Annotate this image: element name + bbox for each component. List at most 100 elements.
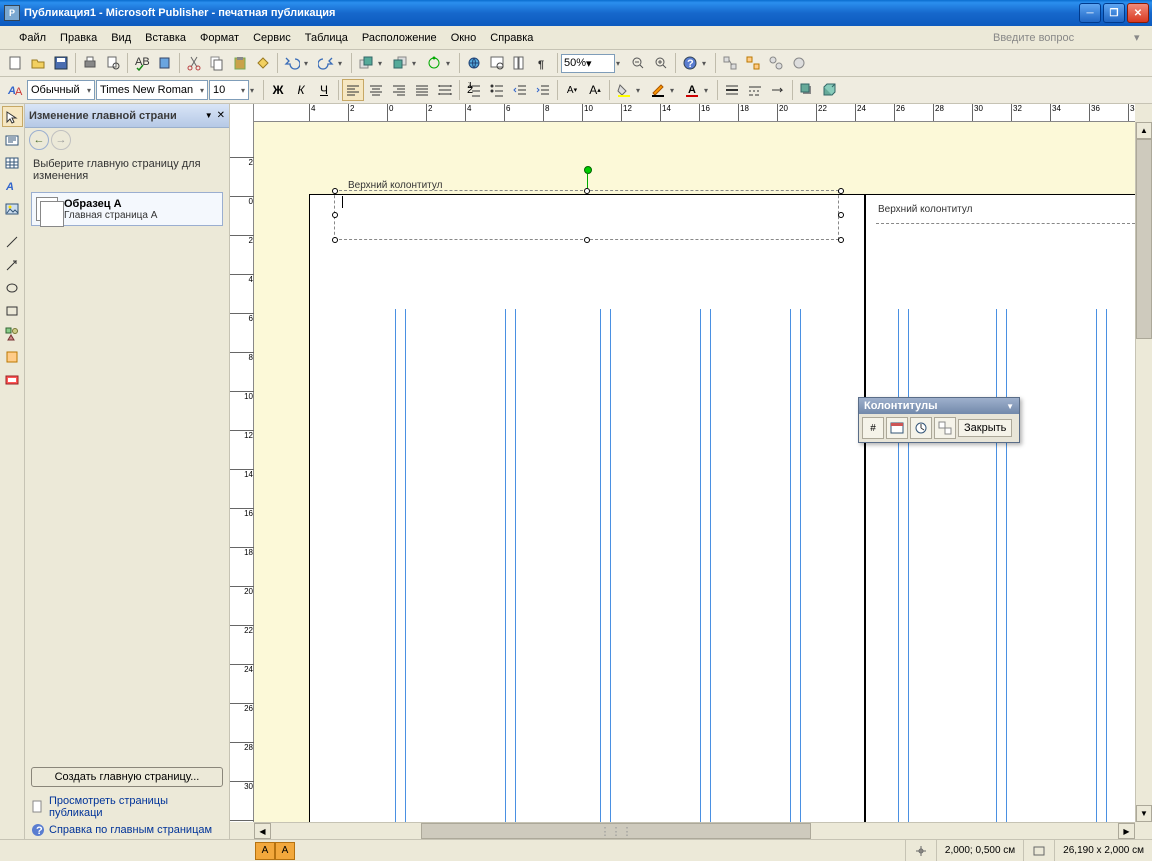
design-gallery-icon[interactable] bbox=[2, 369, 23, 390]
scroll-right-icon[interactable]: ▶ bbox=[1118, 823, 1135, 839]
redo-dropdown-icon[interactable]: ▾ bbox=[338, 59, 348, 68]
bring-front-dropdown-icon[interactable]: ▾ bbox=[378, 59, 388, 68]
toolbar-options-icon[interactable]: ▾ bbox=[702, 59, 712, 68]
menu-table[interactable]: Таблица bbox=[298, 29, 355, 47]
bulleted-list-icon[interactable] bbox=[486, 79, 508, 101]
shadow-icon[interactable] bbox=[796, 79, 818, 101]
fill-dropdown-icon[interactable]: ▾ bbox=[636, 86, 646, 95]
vscroll-thumb[interactable] bbox=[1136, 139, 1152, 339]
3d-icon[interactable] bbox=[819, 79, 841, 101]
rotation-handle[interactable] bbox=[584, 166, 592, 174]
connect-tb3-icon[interactable] bbox=[765, 52, 787, 74]
columns-icon[interactable] bbox=[509, 52, 531, 74]
increase-font-icon[interactable]: A▴ bbox=[584, 79, 606, 101]
taskpane-forward-icon[interactable]: → bbox=[51, 130, 71, 150]
line-tool-icon[interactable] bbox=[2, 231, 23, 252]
bring-front-icon[interactable] bbox=[355, 52, 377, 74]
connect-tb1-icon[interactable] bbox=[719, 52, 741, 74]
menu-help[interactable]: Справка bbox=[483, 29, 540, 47]
italic-icon[interactable]: К bbox=[290, 79, 312, 101]
style-combo[interactable]: Обычный▾ bbox=[27, 80, 95, 100]
horizontal-ruler[interactable]: 4202468101214161820222426283032343638404… bbox=[254, 104, 1135, 122]
page-left[interactable] bbox=[309, 194, 865, 822]
print-icon[interactable] bbox=[79, 52, 101, 74]
taskpane-dropdown-icon[interactable]: ▼ bbox=[205, 111, 213, 120]
header-footer-toolbar[interactable]: Колонтитулы▼ # Закрыть bbox=[858, 397, 1020, 443]
page-right[interactable] bbox=[865, 194, 1135, 822]
zoom-combo[interactable]: 50%▾ bbox=[561, 54, 615, 73]
dash-style-icon[interactable] bbox=[744, 79, 766, 101]
vertical-scrollbar[interactable]: ▲ ▼ bbox=[1135, 122, 1152, 822]
zoom-out-icon[interactable] bbox=[627, 52, 649, 74]
autoshapes-tool-icon[interactable] bbox=[2, 323, 23, 344]
help-question-dropdown-icon[interactable]: ▾ bbox=[1134, 31, 1146, 44]
free-rotate-icon[interactable] bbox=[423, 52, 445, 74]
format-painter-icon[interactable] bbox=[252, 52, 274, 74]
select-tool-icon[interactable] bbox=[2, 106, 23, 127]
vertical-ruler[interactable]: 20246810121416182022242628303234 bbox=[230, 104, 254, 822]
taskpane-back-icon[interactable]: ← bbox=[29, 130, 49, 150]
minimize-button[interactable]: ─ bbox=[1079, 3, 1101, 23]
special-chars-icon[interactable]: ¶ bbox=[532, 52, 554, 74]
page-tab-a-left[interactable]: A bbox=[255, 842, 275, 860]
menu-window[interactable]: Окно bbox=[444, 29, 484, 47]
align-center-icon[interactable] bbox=[365, 79, 387, 101]
menu-arrange[interactable]: Расположение bbox=[355, 29, 444, 47]
decrease-font-icon[interactable]: A▾ bbox=[561, 79, 583, 101]
rotate-dropdown-icon[interactable]: ▾ bbox=[446, 59, 456, 68]
horizontal-scrollbar[interactable]: ◀ ⋮⋮⋮ ▶ bbox=[254, 822, 1135, 839]
view-pages-link[interactable]: Просмотреть страницы публикаци bbox=[25, 793, 229, 821]
wordart-tool-icon[interactable]: A bbox=[2, 175, 23, 196]
hotspot-tool-icon[interactable] bbox=[2, 346, 23, 367]
research-icon[interactable] bbox=[154, 52, 176, 74]
rectangle-tool-icon[interactable] bbox=[2, 300, 23, 321]
arrow-style-icon[interactable] bbox=[767, 79, 789, 101]
page-tab-a-right[interactable]: A bbox=[275, 842, 295, 860]
font-combo[interactable]: Times New Roman▾ bbox=[96, 80, 208, 100]
header-textbox-left[interactable] bbox=[334, 190, 839, 240]
line-style-icon[interactable] bbox=[721, 79, 743, 101]
send-back-icon[interactable] bbox=[389, 52, 411, 74]
menu-view[interactable]: Вид bbox=[104, 29, 138, 47]
arrow-tool-icon[interactable] bbox=[2, 254, 23, 275]
copy-icon[interactable] bbox=[206, 52, 228, 74]
hf-date-icon[interactable] bbox=[886, 417, 908, 439]
new-icon[interactable] bbox=[4, 52, 26, 74]
zoom-in-icon[interactable] bbox=[650, 52, 672, 74]
hf-page-number-icon[interactable]: # bbox=[862, 417, 884, 439]
textbox-tool-icon[interactable] bbox=[2, 129, 23, 150]
font-color-dropdown-icon[interactable]: ▾ bbox=[704, 86, 714, 95]
create-master-button[interactable]: Создать главную страницу... bbox=[31, 767, 223, 787]
redo-icon[interactable] bbox=[315, 52, 337, 74]
hscroll-thumb[interactable]: ⋮⋮⋮ bbox=[421, 823, 811, 839]
menu-tools[interactable]: Сервис bbox=[246, 29, 298, 47]
scroll-left-icon[interactable]: ◀ bbox=[254, 823, 271, 839]
align-left-icon[interactable] bbox=[342, 79, 364, 101]
connect-tb4-icon[interactable] bbox=[788, 52, 810, 74]
connect-tb2-icon[interactable] bbox=[742, 52, 764, 74]
taskpane-close-icon[interactable]: ✕ bbox=[217, 110, 225, 121]
help-master-link[interactable]: ?Справка по главным страницам bbox=[25, 821, 229, 839]
print-preview-icon[interactable] bbox=[102, 52, 124, 74]
help-question-input[interactable]: Введите вопрос bbox=[988, 29, 1128, 47]
size-combo[interactable]: 10▾ bbox=[209, 80, 249, 100]
undo-dropdown-icon[interactable]: ▾ bbox=[304, 59, 314, 68]
table-tool-icon[interactable] bbox=[2, 152, 23, 173]
distribute-icon[interactable] bbox=[434, 79, 456, 101]
line-color-icon[interactable] bbox=[647, 79, 669, 101]
menu-insert[interactable]: Вставка bbox=[138, 29, 193, 47]
menu-edit[interactable]: Правка bbox=[53, 29, 104, 47]
hf-time-icon[interactable] bbox=[910, 417, 932, 439]
master-page-item[interactable]: Образец А Главная страница А bbox=[31, 192, 223, 226]
spellcheck-icon[interactable]: ABC bbox=[131, 52, 153, 74]
web-preview-icon[interactable] bbox=[486, 52, 508, 74]
save-icon[interactable] bbox=[50, 52, 72, 74]
menu-file[interactable]: Файл bbox=[12, 29, 53, 47]
paste-icon[interactable] bbox=[229, 52, 251, 74]
cut-icon[interactable] bbox=[183, 52, 205, 74]
numbered-list-icon[interactable]: 12 bbox=[463, 79, 485, 101]
open-icon[interactable] bbox=[27, 52, 49, 74]
scroll-up-icon[interactable]: ▲ bbox=[1136, 122, 1152, 139]
hf-toolbar-title[interactable]: Колонтитулы▼ bbox=[859, 398, 1019, 414]
hf-switch-icon[interactable] bbox=[934, 417, 956, 439]
